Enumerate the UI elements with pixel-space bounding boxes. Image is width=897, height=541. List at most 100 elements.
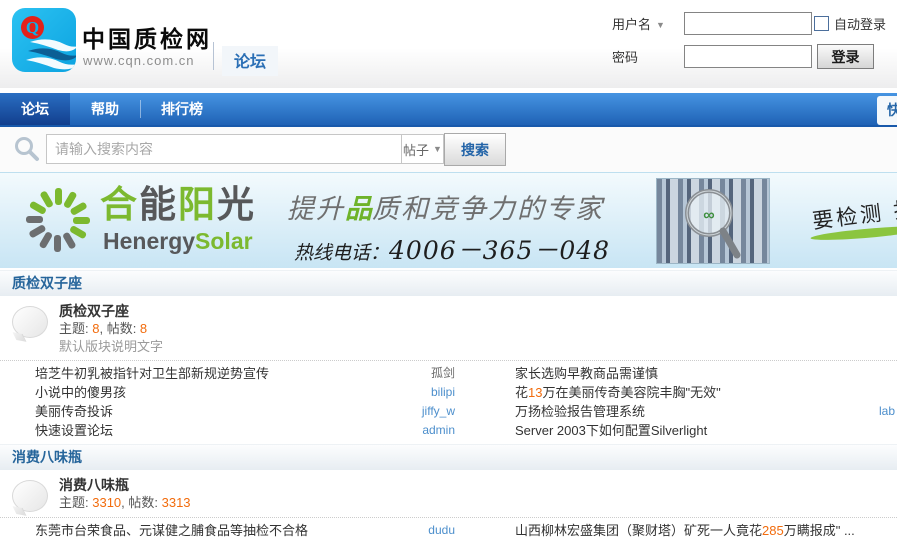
quick-nav-button[interactable]: 快捷导航 <box>877 96 897 125</box>
section-title[interactable]: 消费八味瓶 <box>12 449 82 465</box>
forum-name-link[interactable]: 质检双子座 <box>59 303 163 320</box>
forum-stats: 主题: 8, 帖数: 8 <box>59 320 163 338</box>
auto-login-wrap: 自动登录 <box>814 14 897 33</box>
section-header: 消费八味瓶 <box>0 444 897 470</box>
table-row: 美丽传奇投诉jiffy_w万扬检验报告管理系统lab <box>0 402 897 421</box>
topic-title-link[interactable]: 快速设置论坛 <box>35 421 422 440</box>
site-title: 中国质检网 <box>82 20 212 54</box>
username-input[interactable] <box>684 12 812 35</box>
forum-name-link[interactable]: 消费八味瓶 <box>59 477 191 494</box>
forum-info: 质检双子座主题: 8, 帖数: 8默认版块说明文字 <box>59 303 163 355</box>
topic-title-link[interactable]: 培芝牛初乳被指针对卫生部新规逆势宣传 <box>35 364 431 383</box>
topic-author-link[interactable]: bilipi <box>431 383 461 402</box>
post-count: 3313 <box>162 495 191 510</box>
forum-section: 质检双子座质检双子座主题: 8, 帖数: 8默认版块说明文字培芝牛初乳被指针对卫… <box>0 270 897 444</box>
table-row: 快速设置论坛admin Server 2003下如何配置Silverlight <box>0 421 897 440</box>
advertiser-char: 能 <box>139 184 178 225</box>
topic-title-text: 花 <box>515 385 528 400</box>
search-button[interactable]: 搜索 <box>444 133 506 166</box>
topic-cell: 东莞市台荣食品、元谋健之脯食品等抽检不合格dudu <box>0 521 461 540</box>
topic-title-link[interactable]: 山西柳林宏盛集团（聚财塔）矿死一人竟花285万瞒报成" ... <box>515 521 897 540</box>
topic-title-link[interactable]: 美丽传奇投诉 <box>35 402 422 421</box>
site-header: Q 中国质检网 www.cqn.com.cn 论坛 用户名▼ 自动登录 密码 登… <box>0 0 897 88</box>
topic-author-link[interactable]: jiffy_w <box>422 402 461 421</box>
search-scope-dropdown[interactable]: 帖子▼ <box>401 134 444 164</box>
ad-slogan: 提升品质和竞争力的专家 <box>287 187 604 226</box>
topic-title-highlight: 13 <box>528 385 542 400</box>
topic-rows: 培芝牛初乳被指针对卫生部新规逆势宣传孤剑家长选购早教商品需谨慎小说中的傻男孩bi… <box>0 361 897 444</box>
table-row: 东莞市台荣食品、元谋健之脯食品等抽检不合格dudu 山西柳林宏盛集团（聚财塔）矿死… <box>0 521 897 540</box>
auto-login-label: 自动登录 <box>834 14 886 33</box>
password-label: 密码 <box>612 47 684 66</box>
topic-title-highlight: 285 <box>762 523 784 538</box>
site-url: www.cqn.com.cn <box>83 53 195 68</box>
login-form: 用户名▼ 自动登录 密码 登录 <box>612 12 897 69</box>
topic-cell: 家长选购早教商品需谨慎 <box>461 364 897 383</box>
topic-cell: 花13万在美丽传奇美容院丰胸"无效" <box>461 383 897 402</box>
forum-bubble-icon <box>12 480 48 512</box>
topic-author-link[interactable]: 孤剑 <box>431 364 461 383</box>
forum-summary: 质检双子座主题: 8, 帖数: 8默认版块说明文字 <box>0 296 897 357</box>
magnifier-ad-icon: ∞ <box>675 183 751 259</box>
topic-author-link[interactable]: admin <box>422 421 461 440</box>
svg-text:∞: ∞ <box>703 207 714 224</box>
forum-stats: 主题: 3310, 帖数: 3313 <box>59 494 191 512</box>
forum-info: 消费八味瓶主题: 3310, 帖数: 3313 <box>59 477 191 512</box>
topic-title-link[interactable]: 家长选购早教商品需谨慎 <box>515 364 897 383</box>
topic-cell: 万扬检验报告管理系统lab <box>461 402 897 421</box>
ad-tagline: 要检测 找 <box>811 193 897 236</box>
topic-title-text: 山西柳林宏盛集团（聚财塔）矿死一人竟花 <box>515 523 762 538</box>
topic-cell: Server 2003下如何配置Silverlight <box>461 421 897 440</box>
forum-summary: 消费八味瓶主题: 3310, 帖数: 3313 <box>0 470 897 514</box>
topic-author-link[interactable]: dudu <box>428 521 461 540</box>
topic-count: 8 <box>92 321 99 336</box>
search-bar: 帖子▼ 搜索 <box>0 127 897 173</box>
forum-page: Q 中国质检网 www.cqn.com.cn 论坛 用户名▼ 自动登录 密码 登… <box>0 0 897 541</box>
topic-cell: 小说中的傻男孩bilipi <box>0 383 461 402</box>
search-input[interactable] <box>46 134 401 164</box>
topic-cell: 山西柳林宏盛集团（聚财塔）矿死一人竟花285万瞒报成" ... <box>461 521 897 540</box>
topic-author-link[interactable]: lab <box>879 402 897 421</box>
ad-hotline: 热线电话：4006－365－048 <box>294 231 610 267</box>
table-row: 小说中的傻男孩bilipi 花13万在美丽传奇美容院丰胸"无效" <box>0 383 897 402</box>
topic-title-link[interactable]: 小说中的傻男孩 <box>35 383 431 402</box>
main-nav: 论坛帮助排行榜 快捷导航 <box>0 93 897 127</box>
username-label: 用户名▼ <box>612 14 684 33</box>
topic-count: 3310 <box>92 495 121 510</box>
nav-tab-排行榜[interactable]: 排行榜 <box>140 93 224 125</box>
password-input[interactable] <box>684 45 812 68</box>
forum-description: 默认版块说明文字 <box>59 338 163 355</box>
nav-tabs: 论坛帮助排行榜 <box>0 93 897 125</box>
advertiser-name-cn: 合能阳光 <box>100 185 256 225</box>
nav-tab-论坛[interactable]: 论坛 <box>0 93 70 125</box>
nav-tab-帮助[interactable]: 帮助 <box>70 93 140 125</box>
login-button[interactable]: 登录 <box>817 44 874 69</box>
topic-title-text: 万瞒报成" ... <box>784 523 855 538</box>
search-icon <box>13 135 41 163</box>
brand-divider <box>213 42 214 70</box>
forum-section: 消费八味瓶消费八味瓶主题: 3310, 帖数: 3313东莞市台荣食品、元谋健之… <box>0 444 897 541</box>
ad-banner[interactable]: 合能阳光 HenergySolar 提升品质和竞争力的专家 热线电话：4006－… <box>0 173 897 268</box>
section-header: 质检双子座 <box>0 270 897 296</box>
logo-waves-icon <box>26 30 76 70</box>
site-logo[interactable]: Q <box>12 8 76 72</box>
topic-cell: 美丽传奇投诉jiffy_w <box>0 402 461 421</box>
advertiser-char: 阳 <box>178 184 217 225</box>
topic-title-link[interactable]: 花13万在美丽传奇美容院丰胸"无效" <box>515 383 897 402</box>
topic-rows: 东莞市台荣食品、元谋健之脯食品等抽检不合格dudu 山西柳林宏盛集团（聚财塔）矿死… <box>0 518 897 541</box>
username-dropdown-icon[interactable]: ▼ <box>656 20 665 30</box>
topic-title-link[interactable]: 万扬检验报告管理系统 <box>515 402 879 421</box>
ad-product-image: ∞ <box>656 178 770 264</box>
table-row: 培芝牛初乳被指针对卫生部新规逆势宣传孤剑 家长选购早教商品需谨慎 <box>0 364 897 383</box>
topic-cell: 快速设置论坛admin <box>0 421 461 440</box>
advertiser-char: 光 <box>217 184 256 225</box>
topic-title-text: 万在美丽传奇美容院丰胸"无效" <box>542 385 720 400</box>
advertiser-char: 合 <box>100 184 139 225</box>
auto-login-checkbox[interactable] <box>814 16 829 31</box>
topic-title-link[interactable]: Server 2003下如何配置Silverlight <box>515 421 897 440</box>
section-title[interactable]: 质检双子座 <box>12 275 82 291</box>
forum-section-label: 论坛 <box>222 46 278 76</box>
scope-dropdown-icon: ▼ <box>433 144 442 154</box>
topic-title-link[interactable]: 东莞市台荣食品、元谋健之脯食品等抽检不合格 <box>35 521 428 540</box>
forum-sections: 质检双子座质检双子座主题: 8, 帖数: 8默认版块说明文字培芝牛初乳被指针对卫… <box>0 270 897 541</box>
